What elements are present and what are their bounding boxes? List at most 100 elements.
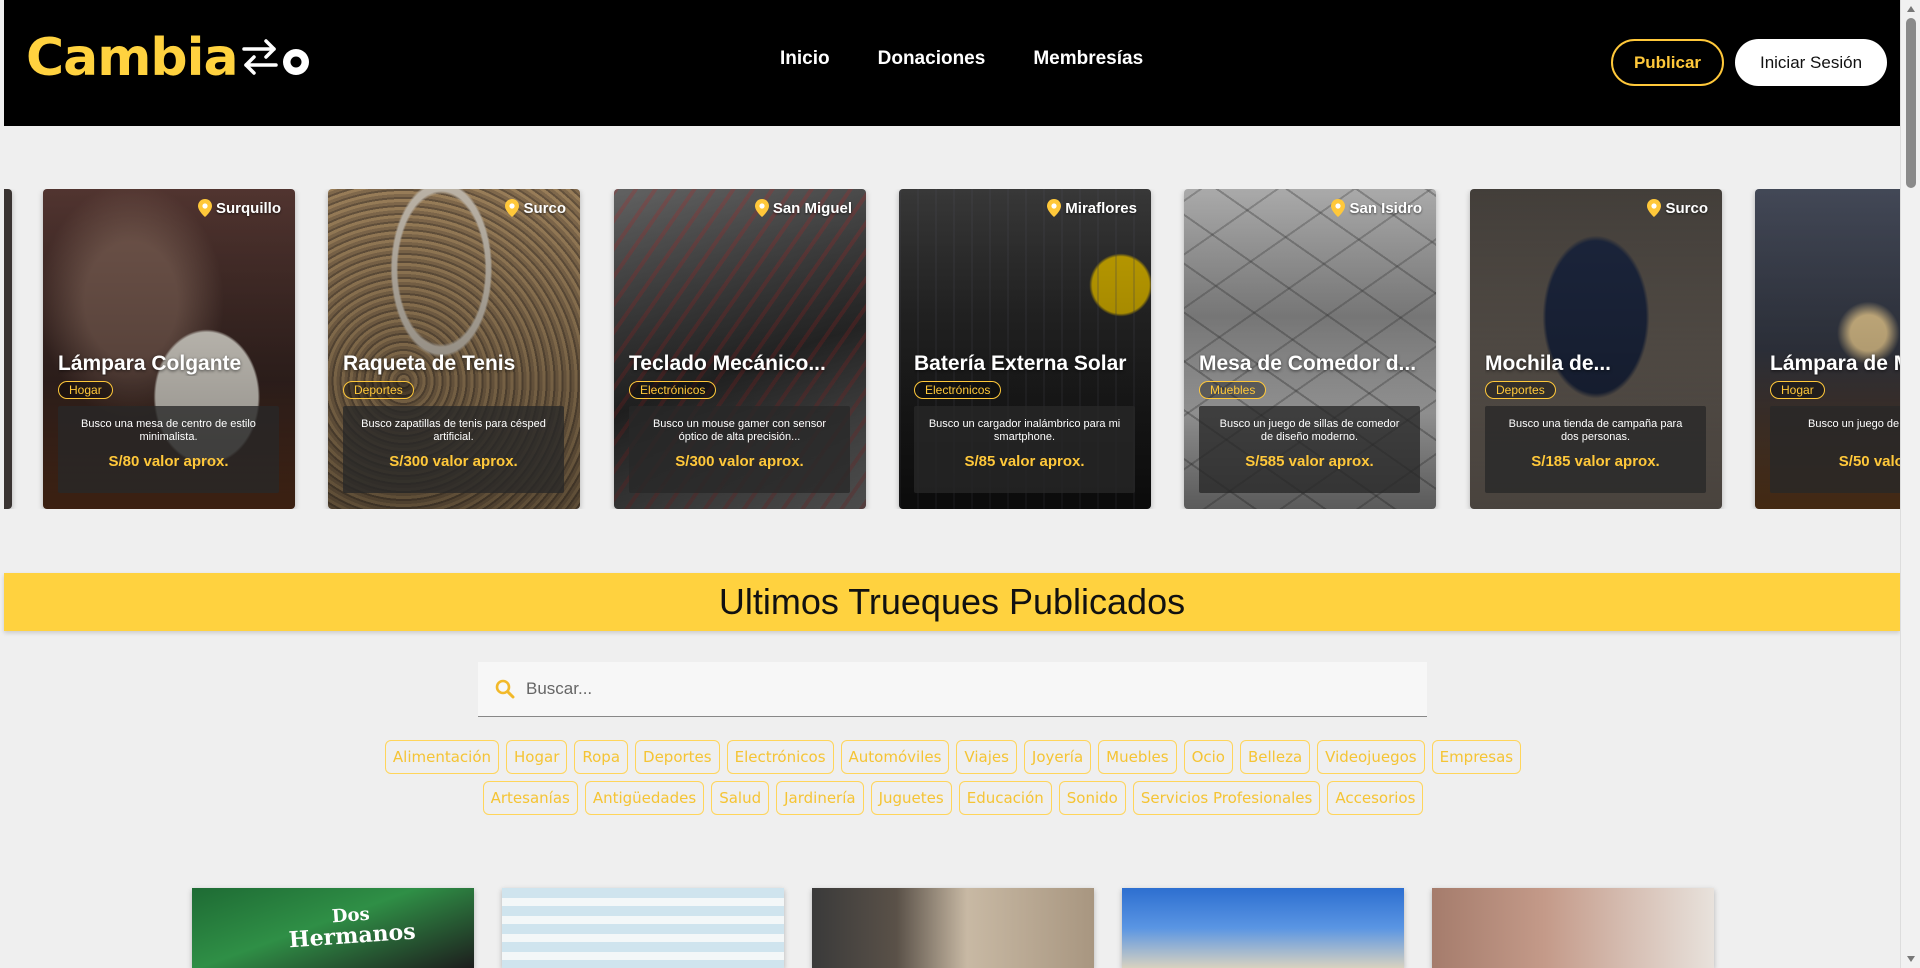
category-chip-salud[interactable]: Salud — [711, 781, 770, 815]
carousel-card[interactable]: Lámpara de M Hogar Busco un juego de s a… — [1755, 189, 1900, 509]
swap-arrows-logo-icon — [240, 33, 312, 83]
listing-card[interactable] — [1432, 888, 1714, 968]
card-info-box: Busco un cargador inalámbrico para mi sm… — [914, 406, 1135, 493]
carousel-card[interactable]: Surco Raqueta de Tenis Deportes Busco za… — [328, 189, 580, 509]
card-category-badge: Hogar — [58, 381, 113, 399]
carousel-card[interactable]: Surquillo Lámpara Colgante Hogar Busco u… — [43, 189, 295, 509]
featured-carousel[interactable]: Surquillo Lámpara Colgante Hogar Busco u… — [4, 189, 1900, 509]
card-description: Busco zapatillas de tenis para césped ar… — [361, 418, 546, 443]
card-info-box: Busco una mesa de centro de estilo minim… — [58, 406, 279, 493]
search-icon — [495, 679, 515, 699]
carousel-card[interactable]: Miraflores Batería Externa Solar Electró… — [899, 189, 1151, 509]
search-bar[interactable] — [478, 662, 1427, 717]
category-chip-hogar[interactable]: Hogar — [506, 740, 568, 774]
category-chip-antiguedades[interactable]: Antigüedades — [584, 781, 705, 815]
card-location: Surco — [1647, 199, 1708, 217]
map-pin-icon — [198, 199, 212, 217]
listing-card[interactable] — [502, 888, 784, 968]
listing-card[interactable] — [812, 888, 1094, 968]
category-chip-artesanias[interactable]: Artesanías — [482, 781, 578, 815]
category-chip-electronicos[interactable]: Electrónicos — [726, 740, 834, 774]
card-price: S/185 valor aprox. — [1531, 453, 1660, 470]
card-title: Lámpara de M — [1770, 352, 1900, 375]
card-description: Busco un juego de sillas de comedor de d… — [1219, 418, 1400, 443]
card-category-badge: Deportes — [343, 381, 414, 399]
card-category-badge: Electrónicos — [914, 381, 1002, 399]
carousel-card[interactable]: San Isidro Mesa de Comedor d... Muebles … — [1184, 189, 1436, 509]
card-description: Busco un mouse gamer con sensor óptico d… — [652, 418, 827, 443]
nav-donaciones[interactable]: Donaciones — [878, 48, 986, 70]
category-chip-servicios-profesionales[interactable]: Servicios Profesionales — [1132, 781, 1321, 815]
card-info-box: Busco un juego de sillas de comedor de d… — [1199, 406, 1420, 493]
logo-text: Cambia — [26, 28, 239, 88]
search-input[interactable] — [526, 679, 1406, 699]
card-category-badge: Electrónicos — [629, 381, 717, 399]
card-description: Busco un juego de s algodón. — [1808, 418, 1900, 430]
category-chip-ropa[interactable]: Ropa — [574, 740, 629, 774]
card-info-box: Busco zapatillas de tenis para césped ar… — [343, 406, 564, 493]
listing-card[interactable]: Dos Hermanos — [192, 888, 474, 968]
scroll-down-arrow-icon[interactable] — [1907, 956, 1915, 962]
map-pin-icon — [1331, 199, 1346, 217]
card-category-badge: Muebles — [1199, 381, 1267, 399]
category-filter-row-1: Alimentación Hogar Ropa Deportes Electró… — [0, 740, 1906, 774]
category-chip-empresas[interactable]: Empresas — [1431, 740, 1522, 774]
map-pin-icon — [505, 199, 520, 217]
login-button[interactable]: Iniciar Sesión — [1735, 39, 1887, 86]
section-title: Ultimos Trueques Publicados — [718, 581, 1186, 622]
carousel-card-partial[interactable] — [4, 189, 12, 509]
card-description: Busco un cargador inalámbrico para mi sm… — [928, 418, 1121, 443]
category-filter-row-2: Artesanías Antigüedades Salud Jardinería… — [0, 781, 1906, 815]
scrollbar-thumb[interactable] — [1906, 18, 1916, 188]
card-category-badge: Hogar — [1770, 381, 1825, 399]
card-price: S/300 valor aprox. — [389, 453, 518, 470]
section-banner: Ultimos Trueques Publicados — [4, 573, 1900, 631]
category-chip-jardineria[interactable]: Jardinería — [776, 781, 864, 815]
carousel-card[interactable]: Surco Mochila de... Deportes Busco una t… — [1470, 189, 1722, 509]
card-location: San Isidro — [1331, 199, 1422, 217]
card-info-box: Busco una tienda de campaña para dos per… — [1485, 406, 1706, 493]
card-info-box: Busco un juego de s algodón. S/50 valor … — [1770, 406, 1900, 493]
card-title: Mochila de... — [1485, 352, 1612, 375]
category-chip-automoviles[interactable]: Automóviles — [840, 740, 950, 774]
card-title: Batería Externa Solar — [914, 352, 1127, 375]
category-chip-alimentacion[interactable]: Alimentación — [384, 740, 500, 774]
category-chip-sonido[interactable]: Sonido — [1058, 781, 1126, 815]
main-nav: Inicio Donaciones Membresías — [780, 48, 1143, 70]
card-info-box: Busco un mouse gamer con sensor óptico d… — [629, 406, 850, 493]
card-location: Surquillo — [198, 199, 281, 217]
listing-card[interactable] — [1122, 888, 1404, 968]
card-description: Busco una mesa de centro de estilo minim… — [81, 418, 256, 443]
category-chip-deportes[interactable]: Deportes — [635, 740, 720, 774]
carousel-card[interactable]: San Miguel Teclado Mecánico... Electróni… — [614, 189, 866, 509]
publish-button[interactable]: Publicar — [1611, 39, 1724, 86]
category-chip-ocio[interactable]: Ocio — [1183, 740, 1233, 774]
category-chip-accesorios[interactable]: Accesorios — [1327, 781, 1424, 815]
logo[interactable]: Cambia — [26, 28, 312, 88]
card-price: S/85 valor aprox. — [964, 453, 1085, 470]
card-price: S/585 valor aprox. — [1245, 453, 1374, 470]
scroll-up-arrow-icon[interactable] — [1907, 6, 1915, 12]
card-location: San Miguel — [754, 199, 852, 217]
map-pin-icon — [754, 199, 769, 217]
page-scrollbar[interactable] — [1900, 0, 1920, 968]
category-chip-joyeria[interactable]: Joyería — [1023, 740, 1092, 774]
card-title: Teclado Mecánico... — [629, 352, 826, 375]
site-header: Cambia Inicio Donaciones Membresías Publ… — [4, 0, 1900, 126]
category-chip-videojuegos[interactable]: Videojuegos — [1317, 740, 1425, 774]
card-price: S/80 valor aprox. — [108, 453, 229, 470]
card-price: S/300 valor aprox. — [675, 453, 804, 470]
category-chip-muebles[interactable]: Muebles — [1098, 740, 1177, 774]
category-chip-juguetes[interactable]: Juguetes — [870, 781, 952, 815]
category-chip-educacion[interactable]: Educación — [958, 781, 1052, 815]
listing-image-text: Dos Hermanos — [287, 903, 417, 954]
nav-membresias[interactable]: Membresías — [1033, 48, 1143, 70]
nav-inicio[interactable]: Inicio — [780, 48, 830, 70]
map-pin-icon — [1647, 199, 1662, 217]
category-chip-belleza[interactable]: Belleza — [1239, 740, 1311, 774]
card-location: Surco — [505, 199, 566, 217]
card-category-badge: Deportes — [1485, 381, 1556, 399]
card-description: Busco una tienda de campaña para dos per… — [1508, 418, 1683, 443]
card-title: Mesa de Comedor d... — [1199, 352, 1417, 375]
category-chip-viajes[interactable]: Viajes — [956, 740, 1017, 774]
